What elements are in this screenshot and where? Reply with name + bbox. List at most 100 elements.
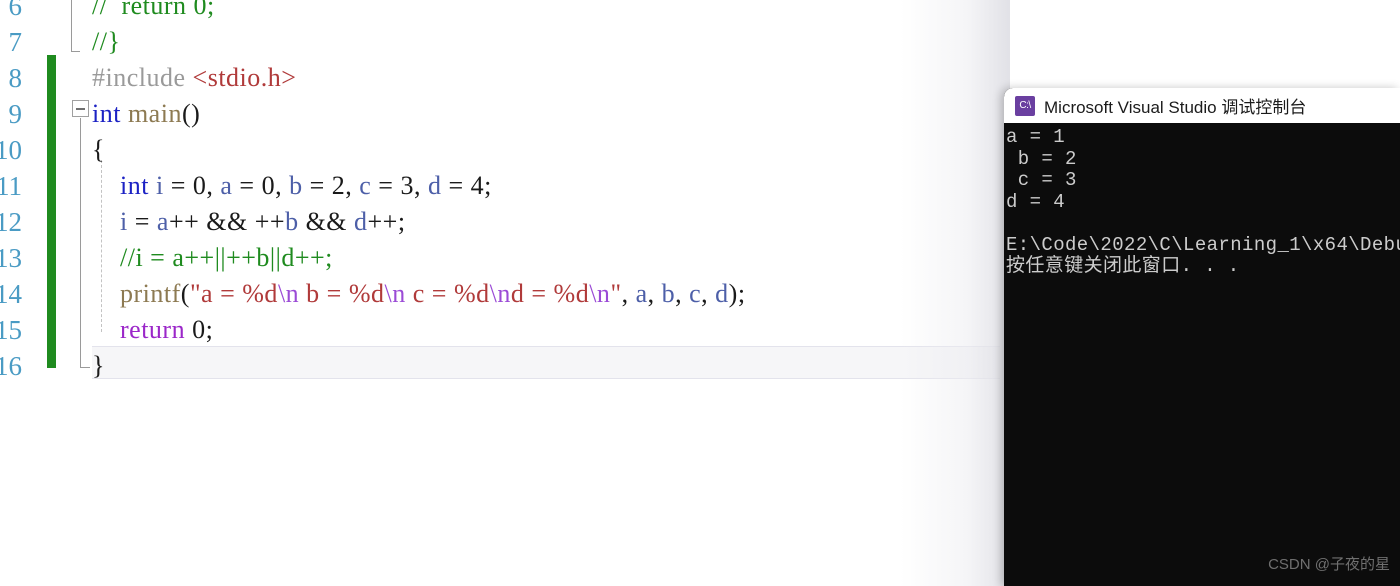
code-token: b [285, 207, 299, 236]
code-token: = [127, 207, 157, 236]
code-token: 0; [185, 315, 214, 344]
code-token: \n [589, 279, 611, 308]
code-token: #include [92, 63, 193, 92]
code-token: , [621, 279, 636, 308]
line-number: 9 [8, 99, 23, 129]
editor-right-edge-shading [900, 0, 1010, 586]
console-output-line: c = 3 [1006, 169, 1077, 191]
code-token: printf [120, 279, 181, 308]
code-token: = 4; [441, 171, 492, 200]
code-token: b [661, 279, 676, 308]
code-token: return [120, 315, 186, 344]
code-token: //i = a++||++b||d++; [92, 243, 333, 272]
fold-guide-line-main [80, 118, 81, 368]
change-bar-indicator [47, 55, 56, 368]
code-token: %d [553, 279, 590, 308]
code-line-text: { [92, 132, 105, 168]
console-output-line: b = 2 [1006, 147, 1077, 170]
debug-console-window[interactable]: C:\ Microsoft Visual Studio 调试控制台 a = 1 … [1004, 88, 1400, 586]
code-token: , [675, 279, 690, 308]
line-number: 12 [0, 207, 22, 237]
code-line-text: } [92, 348, 105, 384]
code-token: b [289, 171, 303, 200]
code-line-text: //i = a++||++b||d++; [92, 240, 333, 276]
console-window-title: Microsoft Visual Studio 调试控制台 [1044, 98, 1307, 117]
code-token: <stdio.h> [192, 63, 297, 92]
code-token: int [120, 171, 149, 200]
current-line-highlight [92, 346, 1000, 379]
code-token: && [298, 207, 355, 236]
line-number: 13 [0, 243, 22, 273]
code-token: () [181, 99, 201, 128]
code-token: c [689, 279, 702, 308]
collapse-outline-toggle[interactable] [72, 100, 89, 117]
line-number: 14 [0, 279, 22, 309]
console-app-icon: C:\ [1015, 95, 1035, 116]
code-token: \n [384, 279, 406, 308]
code-token: "a = [189, 279, 243, 308]
fold-guide-end-upper [71, 51, 80, 52]
code-token: a [635, 279, 648, 308]
code-token: c [359, 171, 372, 200]
code-line-text: #include <stdio.h> [92, 60, 296, 96]
fold-guide-line-upper [71, 0, 72, 52]
code-token: ++ && ++ [168, 207, 286, 236]
code-token: // [92, 0, 122, 20]
code-token: = 3, [371, 171, 428, 200]
code-token: = 2, [302, 171, 360, 200]
console-output-line: a = 1 [1006, 126, 1066, 148]
code-token: \n [277, 279, 300, 308]
console-output-line: d = 4 [1006, 190, 1066, 213]
code-token: b = [299, 279, 349, 308]
code-token: a [220, 171, 233, 200]
code-token: ); [728, 279, 746, 308]
console-output-line: E:\Code\2022\C\Learning_1\x64\Debug\L [1006, 233, 1400, 256]
line-number: 7 [8, 27, 23, 57]
code-token: c = [405, 279, 454, 308]
code-line-text: return 0; [92, 312, 213, 348]
code-token: ( [180, 279, 190, 308]
line-number: 15 [0, 315, 22, 345]
code-line-text: int main() [92, 96, 200, 132]
code-line-text: //} [92, 24, 120, 60]
line-number: 11 [0, 171, 22, 201]
code-token: \n [489, 279, 511, 308]
code-token: d [427, 171, 442, 200]
code-token: d = [510, 279, 554, 308]
line-number: 6 [8, 0, 23, 21]
code-token: return 0; [121, 0, 215, 20]
code-line-text: int i = 0, a = 0, b = 2, c = 3, d = 4; [92, 168, 492, 204]
code-line-text: i = a++ && ++b && d++; [92, 204, 406, 240]
fold-guide-end-main [80, 367, 90, 368]
code-token: a [156, 207, 169, 236]
code-token: , [701, 279, 716, 308]
code-token: //} [92, 27, 121, 56]
code-token: d [354, 207, 368, 236]
code-token: = 0, [163, 171, 221, 200]
code-token: i [120, 207, 128, 236]
code-token: , [647, 279, 662, 308]
code-token: } [92, 351, 105, 380]
code-token: %d [348, 279, 385, 308]
code-token: { [92, 135, 105, 164]
code-line-text: printf("a = %d\n b = %d\n c = %d\nd = %d… [92, 276, 746, 312]
console-title-bar[interactable]: C:\ Microsoft Visual Studio 调试控制台 [1004, 88, 1400, 123]
code-token: d [715, 279, 729, 308]
console-output-area[interactable]: a = 1 b = 2 c = 3d = 4 E:\Code\2022\C\Le… [1004, 123, 1400, 586]
line-number: 8 [8, 63, 23, 93]
console-output-line: 按任意键关闭此窗口. . . [1006, 255, 1240, 277]
code-token: ++; [367, 207, 406, 236]
line-number: 10 [0, 135, 22, 165]
line-number: 16 [0, 351, 22, 381]
csdn-watermark: CSDN @子夜的星 [1268, 556, 1390, 573]
code-token: " [610, 279, 622, 308]
code-token: main [127, 99, 182, 128]
code-token: i [155, 171, 164, 200]
code-token: %d [453, 279, 490, 308]
